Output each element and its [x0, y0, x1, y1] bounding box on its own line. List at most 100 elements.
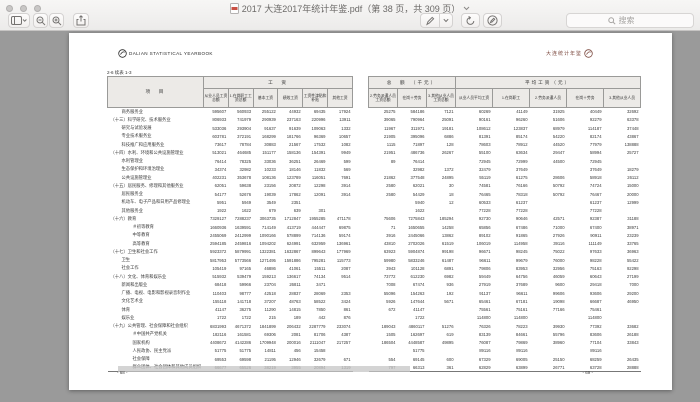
markup-button[interactable] — [421, 14, 439, 27]
table-cell: 21951 — [369, 149, 398, 157]
table-cell: 32679 — [303, 355, 328, 363]
table-cell: 74724 — [567, 182, 604, 190]
search-field[interactable] — [566, 13, 694, 28]
table-cell: 69005 — [493, 355, 530, 363]
table-cell: 79806 — [456, 264, 493, 272]
table-cell: 77979 — [567, 141, 604, 149]
left-page-number: - 68 - — [117, 370, 128, 375]
table-row: 70086747493627919376899600294187000 — [369, 281, 641, 289]
table-cell: 67329 — [456, 355, 493, 363]
table-cell: 539479 — [228, 273, 253, 281]
table-cell: 75161 — [493, 306, 530, 314]
table-cell: 109063 — [303, 124, 328, 132]
table-cell: 5833246 — [398, 256, 427, 264]
share-button[interactable] — [73, 13, 89, 28]
table-cell: 2594185 — [204, 240, 229, 248]
table-cell: 806933 — [204, 116, 229, 124]
table-cell — [427, 306, 456, 314]
table-cell: 1622 — [398, 207, 427, 215]
table-cell: 79869 — [493, 339, 530, 347]
table-cell: 21862 — [369, 174, 398, 182]
table-cell: 7275843 — [398, 215, 427, 223]
pdf-content-area[interactable]: DALIAN STATISTICAL YEARBOOK 大连统计年鉴 2-6 续… — [0, 31, 700, 402]
table-cell: 9600 — [530, 281, 567, 289]
table-cell: 58522 — [303, 297, 328, 305]
table-row: 专业技术服务业603781372191168299181766963691065… — [108, 132, 353, 140]
table-cell: 1722 — [228, 314, 253, 322]
table-cell: 66687 — [567, 297, 604, 305]
table-cell: 290939 — [253, 116, 278, 124]
table-cell: 12091 — [303, 190, 328, 198]
table-cell: 69875 — [327, 223, 352, 231]
table-cell: 114800 — [493, 314, 530, 322]
table-row: 娱乐业17221722215189442876 — [108, 314, 353, 322]
table-cell: 861 — [327, 306, 352, 314]
column-header: 项 目 — [108, 77, 204, 108]
table-cell: 159213 — [253, 273, 278, 281]
table-cell: 395096 — [398, 132, 427, 140]
table-cell: 402231 — [204, 174, 229, 182]
table-cell: 62021 — [398, 182, 427, 190]
table-row: 社会工作105419971654688641061155112087 — [108, 264, 353, 272]
table-cell: 50792 — [530, 190, 567, 198]
table-row: 人民政协、民主党派51775517751481145615458 — [108, 347, 353, 355]
view-options-button[interactable] — [8, 13, 30, 28]
table-cell: 71 — [369, 223, 398, 231]
table-row: 550961542631929113796611996069360629200 — [369, 289, 641, 297]
table-row: 59401260533612376123712999 — [369, 198, 641, 206]
chevron-down-icon[interactable] — [463, 5, 470, 11]
column-header: 平均工资（元） — [456, 77, 641, 89]
table-row: 554691456006732969005251506825926435 — [369, 355, 641, 363]
zoom-out-button[interactable] — [33, 13, 48, 28]
table-cell: 17924 — [327, 108, 352, 116]
table-cell: 192 — [427, 289, 456, 297]
table-cell: 110403 — [204, 289, 229, 297]
table-cell: 63899 — [493, 363, 530, 371]
table-cell: 73772 — [369, 273, 398, 281]
table-cell — [369, 314, 398, 322]
table-cell: 17862 — [278, 190, 303, 198]
table-cell: 5904874 — [398, 248, 427, 256]
table-cell: 29200 — [604, 289, 641, 297]
table-cell: 1505 — [369, 330, 398, 338]
table-cell: 9949 — [327, 149, 352, 157]
table-cell: 82174 — [567, 132, 604, 140]
table-cell: 26771 — [530, 363, 567, 371]
table-cell: 11290 — [253, 306, 278, 314]
table-cell: 54429 — [398, 190, 427, 198]
search-input[interactable] — [619, 16, 653, 25]
table-row: 水利管理业7641478325330363625126469599 — [108, 157, 353, 165]
table-cell: 37207 — [253, 297, 278, 305]
table-cell: 76467 — [567, 190, 604, 198]
table-cell: 795281 — [303, 256, 328, 264]
table-cell: 72999 — [493, 157, 530, 165]
column-header: 工 资 — [204, 77, 353, 89]
rotate-button[interactable] — [461, 13, 480, 28]
table-cell: （十八）文化、体育和娱乐业 — [108, 273, 204, 281]
table-row: 7377261223069825944964756460596064327199 — [369, 273, 641, 281]
table-row: 394310112868917980683953329567516392298 — [369, 264, 641, 272]
table-cell: 25727 — [604, 149, 641, 157]
table-cell: 社会工作 — [108, 264, 204, 272]
table-cell — [327, 281, 352, 289]
table-cell: 1094202 — [253, 240, 278, 248]
table-cell: 442 — [303, 314, 328, 322]
table-cell: 33843 — [604, 339, 641, 347]
table-cell: 108612 — [456, 124, 493, 132]
table-cell: 84661 — [493, 330, 530, 338]
table-cell: 3916 — [369, 231, 398, 239]
table-cell: 138888 — [604, 141, 641, 149]
table-cell: 3424 — [327, 297, 352, 305]
zoom-in-button[interactable] — [49, 13, 64, 28]
table-cell: 13862 — [427, 231, 456, 239]
table-cell: 4448587 — [398, 339, 427, 347]
table-cell: 1632867 — [278, 248, 303, 256]
markup-menu-button[interactable] — [440, 14, 452, 27]
table-row: 711650655142586585667486710006740038971 — [369, 223, 641, 231]
markup-toolbar-button[interactable] — [483, 13, 502, 28]
table-cell: 62829 — [456, 363, 493, 371]
table-cell: 560933 — [228, 108, 253, 116]
table-cell: 1271495 — [253, 256, 278, 264]
table-cell: 2702026 — [398, 240, 427, 248]
table-cell: 7000 — [604, 281, 641, 289]
